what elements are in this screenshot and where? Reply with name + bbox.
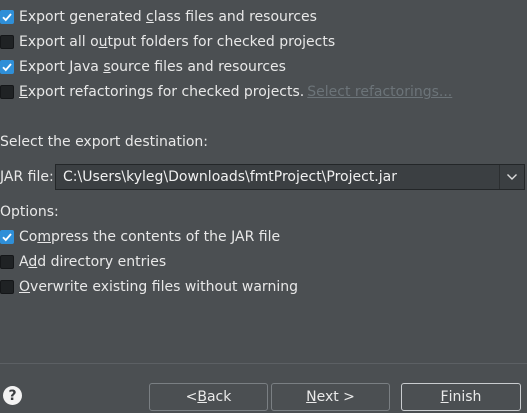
export-class-files-label: Export generated class files and resourc… xyxy=(19,9,317,25)
back-button-suffix: ack xyxy=(206,389,232,405)
export-output-folders-checkbox[interactable]: Export all output folders for checked pr… xyxy=(0,31,335,53)
help-glyph: ? xyxy=(8,387,17,404)
export-destination-label: Select the export destination: xyxy=(0,134,209,150)
export-java-source-checkbox[interactable]: Export Java source files and resources xyxy=(0,56,286,78)
options-label: Options: xyxy=(0,204,59,220)
jar-file-path-value[interactable]: C:\Users\kyleg\Downloads\fmtProject\Proj… xyxy=(56,169,499,185)
checkbox-unchecked-icon[interactable] xyxy=(0,85,14,99)
add-directory-entries-label: Add directory entries xyxy=(19,254,167,270)
jar-file-label: JAR file: xyxy=(0,169,54,185)
add-directory-entries-checkbox[interactable]: Add directory entries xyxy=(0,251,166,273)
compress-jar-label: Compress the contents of the JAR file xyxy=(19,229,281,245)
next-button-suffix: ext > xyxy=(316,389,355,405)
overwrite-files-checkbox[interactable]: Overwrite existing files without warning xyxy=(0,276,298,298)
help-icon[interactable]: ? xyxy=(3,386,22,405)
checkbox-checked-icon[interactable] xyxy=(0,60,14,74)
export-output-folders-label: Export all output folders for checked pr… xyxy=(19,34,336,50)
next-button-mnemonic: N xyxy=(306,389,317,405)
export-class-files-checkbox[interactable]: Export generated class files and resourc… xyxy=(0,6,317,28)
next-button[interactable]: Next > xyxy=(271,383,390,411)
export-refactorings-checkbox[interactable]: Export refactorings for checked projects… xyxy=(0,81,452,103)
jar-file-combobox[interactable]: C:\Users\kyleg\Downloads\fmtProject\Proj… xyxy=(55,164,525,190)
options-heading: Options: xyxy=(0,201,59,223)
export-java-source-label: Export Java source files and resources xyxy=(19,59,286,75)
finish-button[interactable]: Finish xyxy=(401,383,521,411)
back-button-prefix: < xyxy=(185,389,198,405)
back-button[interactable]: < Back xyxy=(149,383,268,411)
chevron-down-icon[interactable] xyxy=(499,165,524,189)
jar-file-row: JAR file: xyxy=(0,166,54,188)
export-destination-heading: Select the export destination: xyxy=(0,131,208,153)
compress-jar-checkbox[interactable]: Compress the contents of the JAR file xyxy=(0,226,280,248)
checkbox-checked-icon[interactable] xyxy=(0,230,14,244)
select-refactorings-link[interactable]: Select refactorings... xyxy=(307,84,452,100)
checkbox-unchecked-icon[interactable] xyxy=(0,35,14,49)
checkbox-checked-icon[interactable] xyxy=(0,10,14,24)
footer-separator xyxy=(0,363,527,364)
jar-export-wizard-page: Export generated class files and resourc… xyxy=(0,0,527,413)
export-refactorings-label: Export refactorings for checked projects… xyxy=(19,84,305,100)
checkbox-unchecked-icon[interactable] xyxy=(0,280,14,294)
finish-button-mnemonic: F xyxy=(440,389,449,405)
finish-button-suffix: inish xyxy=(448,389,482,405)
checkbox-unchecked-icon[interactable] xyxy=(0,255,14,269)
overwrite-files-label: Overwrite existing files without warning xyxy=(19,279,298,295)
back-button-mnemonic: B xyxy=(197,389,207,405)
